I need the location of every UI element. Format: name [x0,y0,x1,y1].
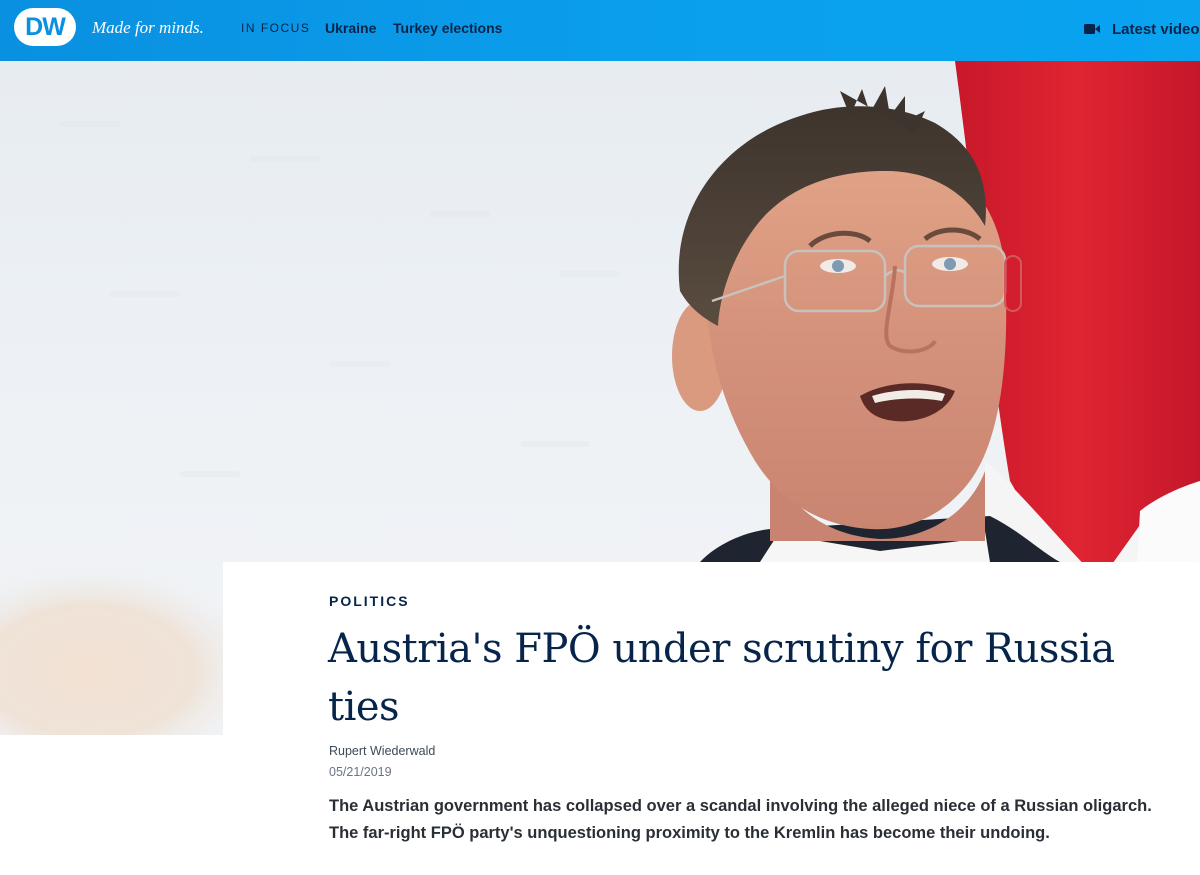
dw-logo[interactable]: DW [14,8,76,46]
article-author[interactable]: Rupert Wiederwald [329,744,435,758]
page: DW Made for minds. IN FOCUS Ukraine Turk… [0,0,1200,875]
article-teaser: The Austrian government has collapsed ov… [329,797,1152,842]
dw-logo-text: DW [25,12,66,41]
article-headline[interactable]: Austria's FPÖ under scrutiny for Russia … [328,620,1158,736]
page-background [0,735,223,875]
site-header: DW Made for minds. IN FOCUS Ukraine Turk… [0,0,1200,61]
latest-video-label: Latest video [1112,20,1200,38]
video-camera-icon [1084,24,1100,34]
article-date: 05/21/2019 [329,765,392,779]
latest-video-link[interactable]: Latest video [1084,18,1200,40]
nav-link-turkey-elections[interactable]: Turkey elections [393,20,502,36]
nav-link-ukraine[interactable]: Ukraine [325,20,376,36]
article-category[interactable]: POLITICS [329,593,410,609]
in-focus-label: IN FOCUS [241,21,311,35]
tagline: Made for minds. [92,18,204,37]
